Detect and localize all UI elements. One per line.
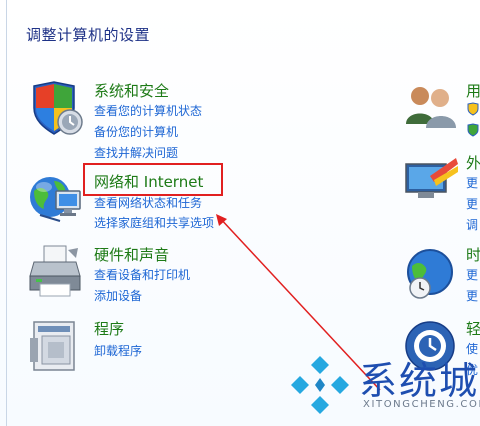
watermark: 系统城 XITONGCHENG.COM — [285, 350, 480, 426]
watermark-text: 系统城 — [359, 359, 480, 403]
watermark-logo-icon — [291, 356, 349, 414]
watermark-subtext: XITONGCHENG.COM — [363, 399, 480, 410]
